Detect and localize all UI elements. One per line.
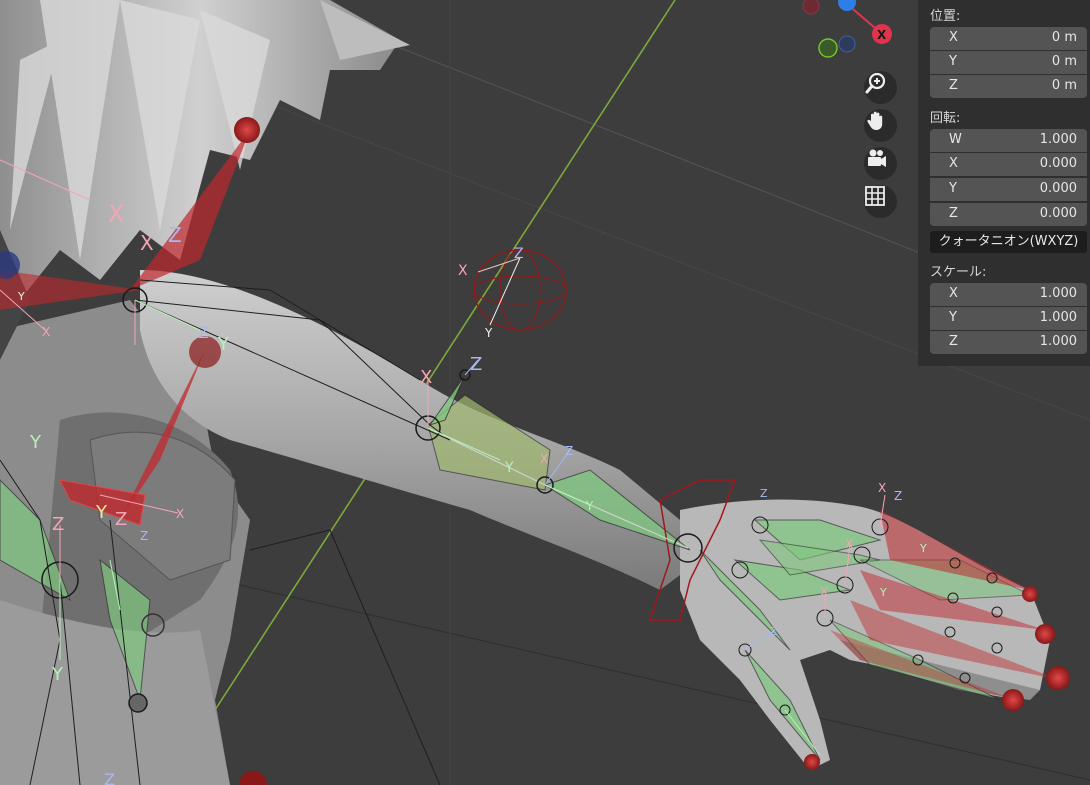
scale-x-field[interactable]: X 1.000 <box>930 283 1087 306</box>
svg-text:Z: Z <box>514 246 524 262</box>
zoom-in-icon <box>865 72 886 94</box>
joint-red <box>1035 624 1055 644</box>
svg-text:X: X <box>878 481 886 495</box>
rotation-y-field[interactable]: Y 0.000 <box>930 178 1087 201</box>
svg-text:Z: Z <box>770 625 778 638</box>
joint-red <box>1002 689 1024 711</box>
svg-text:X: X <box>845 537 853 551</box>
svg-text:Y: Y <box>51 664 64 685</box>
svg-text:Y: Y <box>879 586 887 599</box>
svg-text:Z: Z <box>894 489 902 503</box>
joint <box>128 693 148 713</box>
scale-z-field[interactable]: Z 1.000 <box>930 331 1087 354</box>
svg-text:Z: Z <box>565 444 573 458</box>
camera-icon <box>868 149 886 167</box>
svg-text:Y: Y <box>484 326 493 340</box>
neg-x-axis-handle[interactable] <box>802 0 820 15</box>
svg-text:Z: Z <box>168 223 182 247</box>
svg-text:X: X <box>458 263 468 279</box>
bone-outline <box>249 529 441 785</box>
svg-text:Y: Y <box>504 460 514 476</box>
svg-text:Z: Z <box>470 354 482 375</box>
svg-text:Y: Y <box>585 499 594 513</box>
axis-label-x: X <box>108 200 124 228</box>
svg-text:Y: Y <box>17 290 25 303</box>
scale-y-field[interactable]: Y 1.000 <box>930 307 1087 330</box>
svg-text:X: X <box>140 231 154 255</box>
joint-red <box>1022 586 1038 602</box>
svg-text:Z: Z <box>52 514 64 535</box>
transform-panel: 位置: X 0 m Y 0 m Z 0 m 回転: W 1.000 X 0.00… <box>918 0 1090 366</box>
location-label: 位置: <box>930 9 961 24</box>
rotation-w-field[interactable]: W 1.000 <box>930 129 1087 152</box>
zoom-button[interactable] <box>864 71 897 104</box>
joint-red <box>239 771 267 785</box>
neg-y-axis-handle[interactable] <box>818 38 838 58</box>
location-z-field[interactable]: Z 0 m <box>930 75 1087 98</box>
svg-text:Y: Y <box>95 502 108 523</box>
svg-text:Y: Y <box>217 334 230 355</box>
pan-button[interactable] <box>864 109 897 142</box>
svg-text:X: X <box>176 507 184 521</box>
location-x-field[interactable]: X 0 m <box>930 27 1087 50</box>
navigation-gizmo[interactable]: X <box>800 0 900 64</box>
ortho-toggle-button[interactable] <box>864 185 897 218</box>
svg-text:X: X <box>42 325 50 339</box>
svg-text:Y: Y <box>919 542 927 555</box>
joint-red <box>1046 666 1070 690</box>
joint-red <box>804 754 820 770</box>
svg-text:X: X <box>420 367 432 388</box>
svg-text:X: X <box>540 452 548 466</box>
svg-text:Z: Z <box>104 770 115 785</box>
svg-text:Z: Z <box>198 323 209 342</box>
svg-text:X: X <box>820 585 828 599</box>
camera-view-button[interactable] <box>864 147 897 180</box>
svg-text:Z: Z <box>140 529 148 543</box>
rotation-x-field[interactable]: X 0.000 <box>930 153 1087 176</box>
neg-z-axis-handle[interactable] <box>838 35 856 53</box>
joint-red <box>234 117 260 143</box>
location-y-field[interactable]: Y 0 m <box>930 51 1087 74</box>
rotation-mode-dropdown[interactable]: クォータニオン(WXYZ) <box>930 231 1087 253</box>
svg-text:Z: Z <box>760 487 768 500</box>
rotation-label: 回転: <box>930 111 961 126</box>
x-axis-label: X <box>877 28 887 42</box>
svg-text:Z: Z <box>115 509 127 530</box>
svg-text:Y: Y <box>29 432 42 453</box>
rotation-z-field[interactable]: Z 0.000 <box>930 203 1087 226</box>
scale-label: スケール: <box>930 265 987 280</box>
grid-icon <box>865 186 885 206</box>
hand-icon <box>867 111 883 130</box>
